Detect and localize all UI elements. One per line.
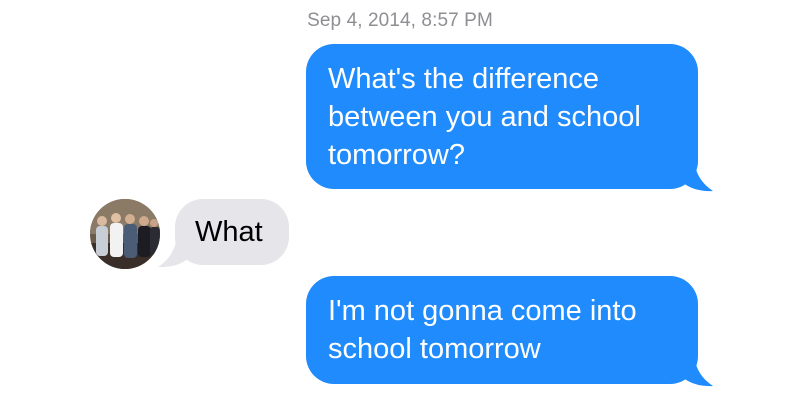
message-timestamp: Sep 4, 2014, 8:57 PM [307,10,493,31]
outgoing-message-bubble[interactable]: What's the difference between you and sc… [306,44,698,189]
outgoing-bubble-tail [680,355,713,387]
outgoing-bubble-tail [680,160,713,192]
contact-avatar[interactable] [90,199,160,269]
outgoing-message-bubble[interactable]: I'm not gonna come into school tomorrow [306,276,698,384]
incoming-message-bubble[interactable]: What [175,199,289,265]
group-photo-avatar-icon [90,199,160,269]
